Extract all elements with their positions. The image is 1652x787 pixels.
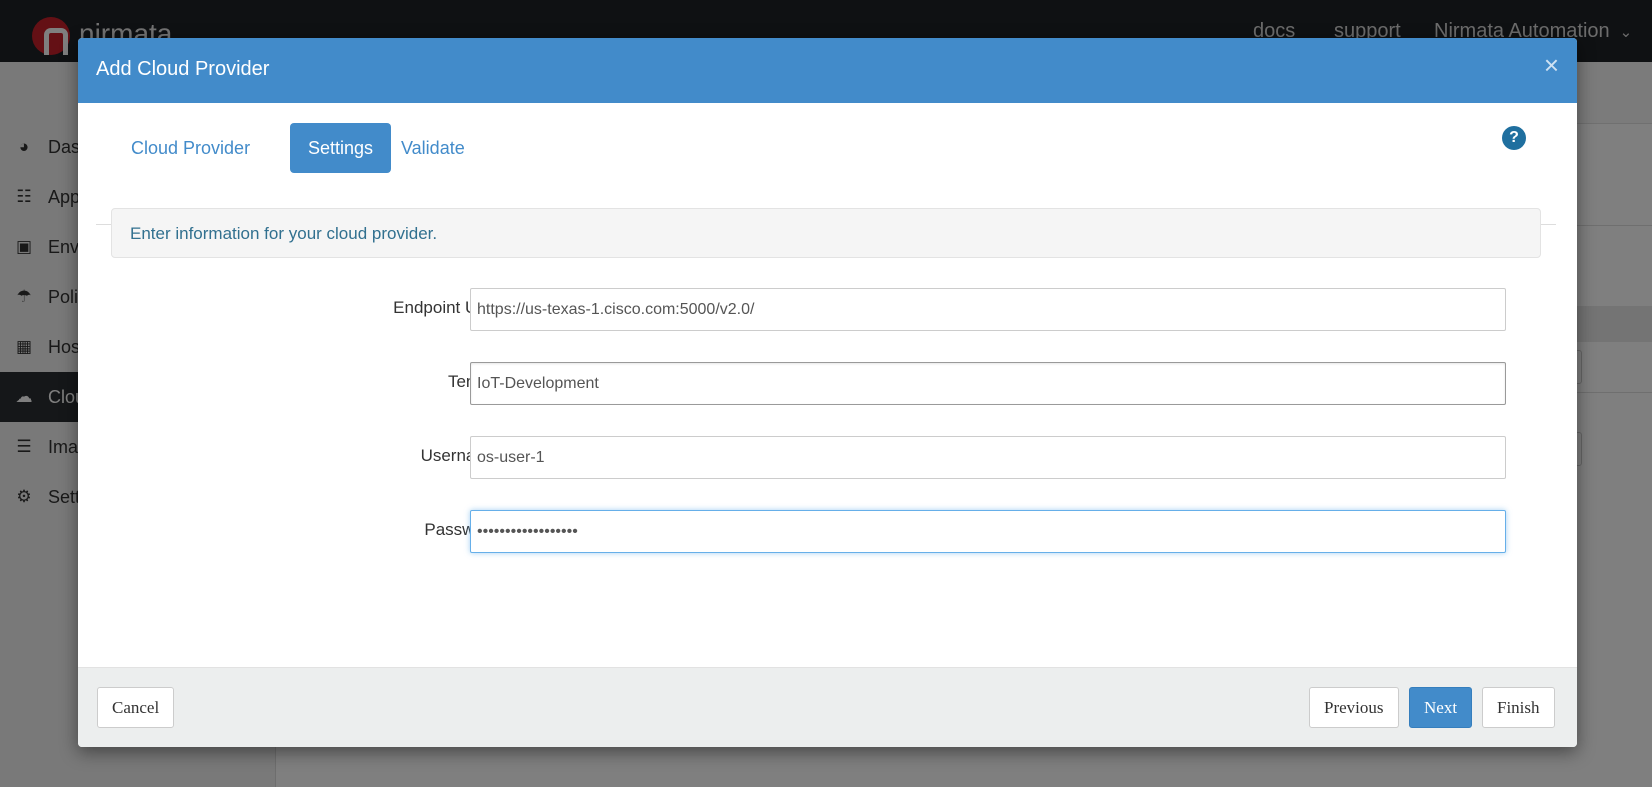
- wizard-tabs: Cloud Provider Settings Validate ?: [96, 103, 1556, 225]
- close-icon[interactable]: ×: [1544, 52, 1559, 78]
- endpoint-url-row: Endpoint URL: [78, 288, 1577, 332]
- modal-footer: Cancel Previous Next Finish: [78, 667, 1577, 747]
- info-text: Enter information for your cloud provide…: [130, 224, 438, 243]
- next-button[interactable]: Next: [1409, 687, 1473, 728]
- password-row: Password: [78, 510, 1577, 554]
- finish-button[interactable]: Finish: [1482, 687, 1555, 728]
- tab-validate[interactable]: Validate: [383, 123, 483, 173]
- username-input[interactable]: [470, 436, 1506, 479]
- modal-header: Add Cloud Provider ×: [78, 38, 1577, 103]
- username-row: Username: [78, 436, 1577, 480]
- previous-button[interactable]: Previous: [1309, 687, 1399, 728]
- cancel-button[interactable]: Cancel: [97, 687, 175, 728]
- tab-settings[interactable]: Settings: [290, 123, 392, 173]
- add-cloud-provider-modal: Add Cloud Provider × Cloud Provider Sett…: [78, 38, 1577, 747]
- help-icon[interactable]: ?: [1502, 126, 1526, 150]
- info-message: Enter information for your cloud provide…: [111, 208, 1541, 258]
- endpoint-url-input[interactable]: [470, 288, 1506, 331]
- tab-cloud-provider[interactable]: Cloud Provider: [113, 123, 268, 173]
- tenant-row: Tenant: [78, 362, 1577, 406]
- password-input[interactable]: [470, 510, 1506, 553]
- modal-title: Add Cloud Provider: [96, 58, 270, 80]
- tenant-input[interactable]: [470, 362, 1506, 405]
